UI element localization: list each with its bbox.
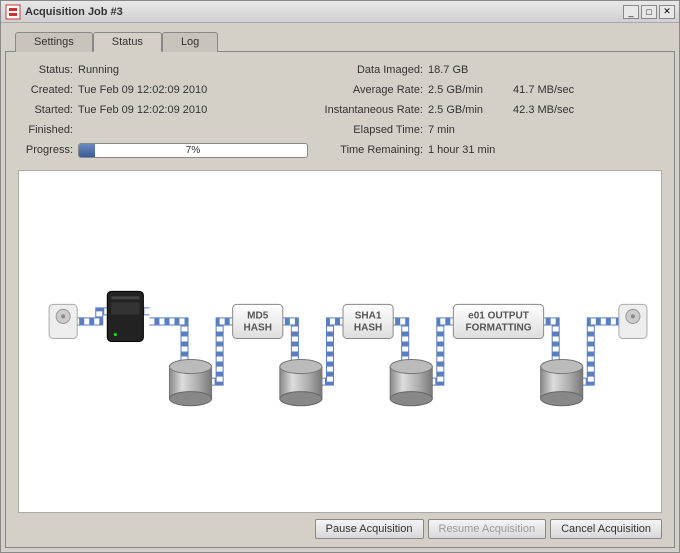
- stats-panel: Status:Running Created:Tue Feb 09 12:02:…: [18, 60, 662, 160]
- maximize-button[interactable]: □: [641, 5, 657, 19]
- remaining-label: Time Remaining:: [308, 144, 428, 156]
- target-disk-icon: [619, 304, 647, 338]
- tab-log[interactable]: Log: [162, 32, 218, 52]
- button-bar: Pause Acquisition Resume Acquisition Can…: [18, 519, 662, 539]
- client-area: Settings Status Log Status:Running Creat…: [1, 23, 679, 552]
- started-label: Started:: [18, 104, 78, 116]
- avg-rate-extra: 41.7 MB/sec: [513, 84, 574, 96]
- stage-md5-l2: HASH: [244, 322, 272, 333]
- stage-sha1-l1: SHA1: [355, 310, 382, 321]
- pause-button[interactable]: Pause Acquisition: [315, 519, 424, 539]
- stage-fmt-l1: e01 OUTPUT: [468, 310, 530, 321]
- cancel-button[interactable]: Cancel Acquisition: [550, 519, 662, 539]
- close-button[interactable]: ✕: [659, 5, 675, 19]
- buffer-drum-2-icon: [280, 360, 322, 406]
- tab-status[interactable]: Status: [93, 32, 162, 52]
- progress-bar: 7%: [78, 143, 308, 158]
- finished-label: Finished:: [18, 124, 78, 136]
- pipeline-diagram: MD5 HASH SHA1 HASH e01 OUTPUT FORMATTING: [18, 170, 662, 513]
- data-imaged-value: 18.7 GB: [428, 64, 468, 76]
- avg-rate-label: Average Rate:: [308, 84, 428, 96]
- progress-label: Progress:: [18, 144, 78, 156]
- started-value: Tue Feb 09 12:02:09 2010: [78, 104, 207, 116]
- progress-bar-text: 7%: [79, 144, 307, 158]
- buffer-drum-3-icon: [390, 360, 432, 406]
- resume-button[interactable]: Resume Acquisition: [428, 519, 547, 539]
- data-imaged-label: Data Imaged:: [308, 64, 428, 76]
- stage-fmt-l2: FORMATTING: [465, 322, 531, 333]
- tab-strip: Settings Status Log: [5, 31, 675, 51]
- app-icon: [5, 4, 21, 20]
- tab-settings[interactable]: Settings: [15, 32, 93, 52]
- stage-md5-l1: MD5: [247, 310, 269, 321]
- inst-rate-extra: 42.3 MB/sec: [513, 104, 574, 116]
- inst-rate-label: Instantaneous Rate:: [308, 104, 428, 116]
- remaining-value: 1 hour 31 min: [428, 144, 495, 156]
- elapsed-value: 7 min: [428, 124, 455, 136]
- stage-sha1-l2: HASH: [354, 322, 382, 333]
- tab-content: Status:Running Created:Tue Feb 09 12:02:…: [5, 51, 675, 548]
- status-value: Running: [78, 64, 119, 76]
- buffer-drum-4-icon: [541, 360, 583, 406]
- created-value: Tue Feb 09 12:02:09 2010: [78, 84, 207, 96]
- status-label: Status:: [18, 64, 78, 76]
- tower-icon: [107, 291, 143, 341]
- minimize-button[interactable]: _: [623, 5, 639, 19]
- created-label: Created:: [18, 84, 78, 96]
- window-title: Acquisition Job #3: [25, 6, 623, 18]
- app-window: Acquisition Job #3 _ □ ✕ Settings Status…: [0, 0, 680, 553]
- source-disk-icon: [49, 304, 77, 338]
- buffer-drum-1-icon: [169, 360, 211, 406]
- elapsed-label: Elapsed Time:: [308, 124, 428, 136]
- inst-rate-value: 2.5 GB/min: [428, 104, 483, 116]
- avg-rate-value: 2.5 GB/min: [428, 84, 483, 96]
- titlebar: Acquisition Job #3 _ □ ✕: [1, 1, 679, 23]
